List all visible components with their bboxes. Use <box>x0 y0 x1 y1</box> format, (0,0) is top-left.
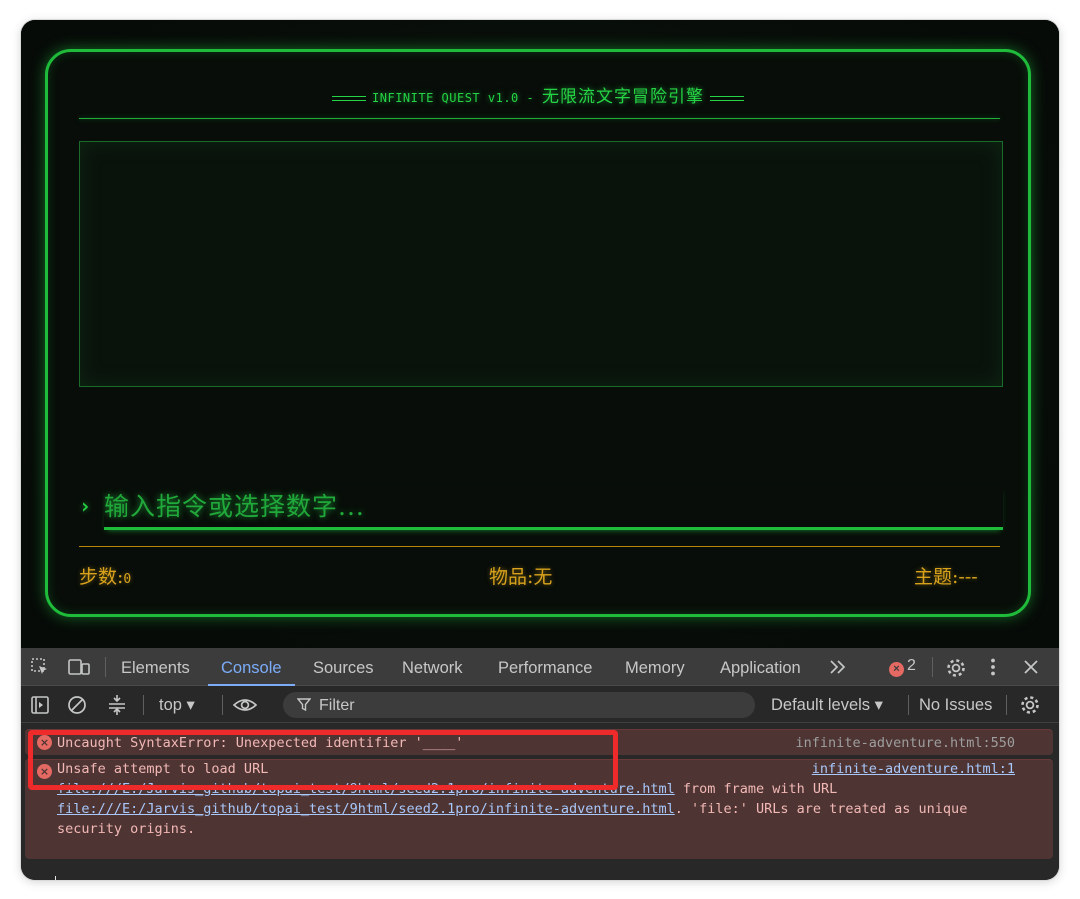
error-count-badge[interactable]: × 2 <box>889 657 916 677</box>
show-sidebar-icon[interactable] <box>30 695 50 715</box>
status-theme: 主题:--- <box>914 562 978 589</box>
chevron-double-right-icon[interactable] <box>828 657 848 677</box>
steps-label: 步数: <box>79 566 124 588</box>
toolbar-separator <box>143 695 144 715</box>
browser-window: INFINITE QUEST v1.0 - 无限流文字冒险引擎 › 步数:0 物… <box>21 20 1059 880</box>
toolbar-separator <box>222 695 223 715</box>
toolbar-separator <box>908 695 909 715</box>
tab-performance[interactable]: Performance <box>498 648 592 686</box>
more-options-icon[interactable] <box>983 657 1003 677</box>
tab-elements[interactable]: Elements <box>121 648 190 686</box>
tab-console[interactable]: Console <box>208 648 295 686</box>
console-prompt[interactable]: › <box>39 874 56 880</box>
error-text-tail: . 'file:' URLs are treated as unique <box>674 801 968 817</box>
status-steps: 步数:0 <box>79 562 131 589</box>
tab-network[interactable]: Network <box>402 648 463 686</box>
log-levels-dropdown[interactable]: Default levels ▾ <box>771 687 883 723</box>
game-terminal-frame: INFINITE QUEST v1.0 - 无限流文字冒险引擎 › 步数:0 物… <box>45 49 1031 617</box>
clear-console-icon[interactable] <box>67 695 87 715</box>
game-title-cn: 无限流文字冒险引擎 <box>541 87 704 107</box>
title-bar-right <box>709 96 744 101</box>
eye-icon[interactable] <box>232 695 258 715</box>
game-title: INFINITE QUEST v1.0 - 无限流文字冒险引擎 <box>48 82 1028 107</box>
annotation-highlight-box <box>28 730 618 790</box>
tabbar-separator <box>932 657 933 677</box>
issues-button[interactable]: No Issues <box>919 687 992 723</box>
console-prompt-icon: › <box>39 874 49 880</box>
console-toolbar: top ▾ Filter Default levels ▾ No Issues <box>21 687 1059 723</box>
close-icon[interactable] <box>1021 657 1041 677</box>
device-toolbar-icon[interactable] <box>68 657 90 677</box>
steps-value: 0 <box>123 572 132 587</box>
items-label: 物品: <box>489 566 534 588</box>
error-icon: × <box>889 662 904 677</box>
status-divider <box>79 546 1000 547</box>
error-text-line4: security origins. <box>57 821 196 837</box>
error-source-link[interactable]: infinite-adventure.html:550 <box>796 735 1015 751</box>
collapse-icon[interactable] <box>107 694 127 715</box>
context-selector[interactable]: top ▾ <box>159 687 195 723</box>
filter-icon <box>296 692 312 719</box>
text-caret <box>54 876 56 880</box>
items-value: 无 <box>533 566 553 588</box>
theme-label: 主题: <box>914 566 959 588</box>
theme-value: --- <box>958 566 978 588</box>
error-source-link[interactable]: infinite-adventure.html:1 <box>812 761 1015 777</box>
filter-placeholder: Filter <box>319 697 355 714</box>
tabbar-separator <box>105 657 106 677</box>
game-viewport: INFINITE QUEST v1.0 - 无限流文字冒险引擎 › 步数:0 物… <box>21 20 1059 648</box>
filter-input[interactable]: Filter <box>283 692 755 718</box>
title-divider <box>79 118 1000 119</box>
tab-memory[interactable]: Memory <box>625 648 685 686</box>
game-title-en: INFINITE QUEST v1.0 - <box>372 91 542 105</box>
title-bar-left <box>332 96 367 101</box>
command-input[interactable] <box>104 486 1003 530</box>
toolbar-separator <box>1006 695 1007 715</box>
error-count: 2 <box>907 657 916 674</box>
status-items: 物品:无 <box>489 562 552 589</box>
error-text-mid: from frame with URL <box>674 781 838 797</box>
tab-sources[interactable]: Sources <box>313 648 374 686</box>
gear-icon[interactable] <box>945 657 965 677</box>
story-output-panel <box>79 141 1003 387</box>
devtools-panel: Elements Console Sources Network Perform… <box>21 648 1059 880</box>
console-settings-gear-icon[interactable] <box>1019 694 1039 714</box>
context-value: top <box>159 696 182 714</box>
command-prompt-icon: › <box>79 494 92 518</box>
devtools-tabbar: Elements Console Sources Network Perform… <box>21 648 1059 686</box>
log-levels-value: Default levels <box>771 696 871 714</box>
file-url-link[interactable]: file:///E:/Jarvis_github/topai_test/9htm… <box>57 801 675 817</box>
error-text-line3: file:///E:/Jarvis_github/topai_test/9htm… <box>57 801 967 817</box>
inspect-element-icon[interactable] <box>30 657 50 677</box>
tab-application[interactable]: Application <box>720 648 801 686</box>
